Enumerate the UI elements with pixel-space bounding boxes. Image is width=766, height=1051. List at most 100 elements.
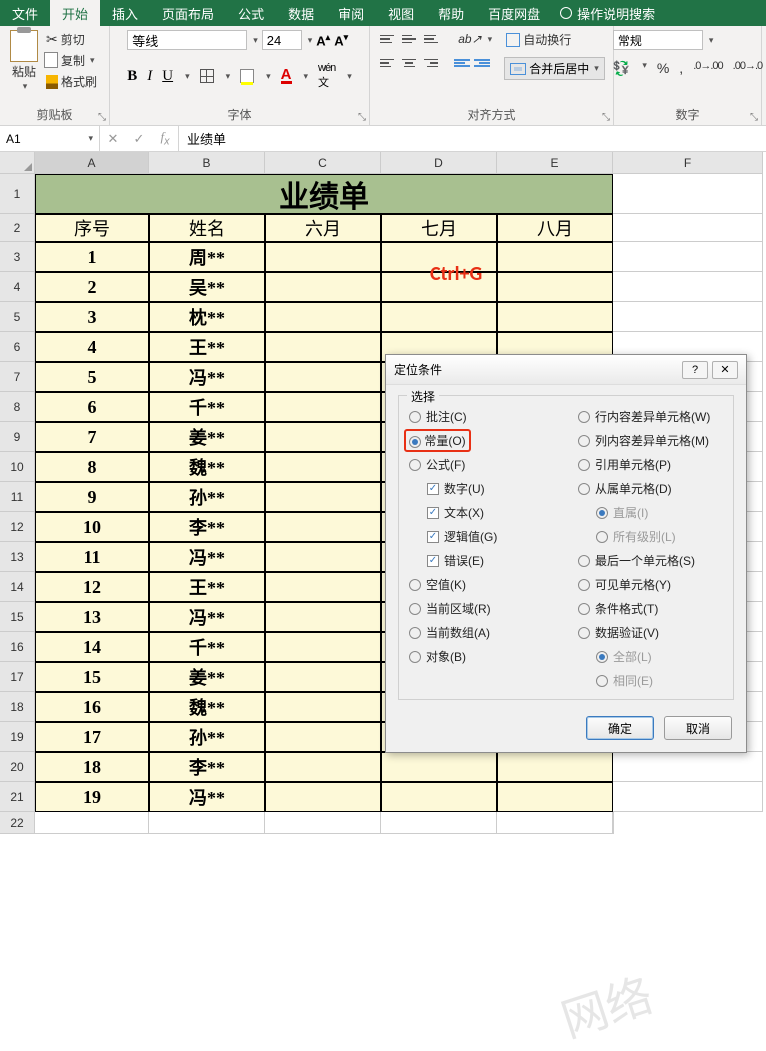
align-top-icon[interactable]	[378, 30, 396, 48]
cell[interactable]	[265, 602, 381, 632]
increase-decimal-icon[interactable]: .0→.00	[693, 60, 722, 77]
italic-button[interactable]: I	[147, 68, 152, 85]
tab-formulas[interactable]: 公式	[226, 0, 276, 26]
align-left-icon[interactable]	[378, 54, 396, 72]
tab-help[interactable]: 帮助	[426, 0, 476, 26]
cell[interactable]	[381, 782, 497, 812]
increase-indent-icon[interactable]	[474, 59, 490, 67]
bold-button[interactable]: B	[127, 68, 137, 85]
cell[interactable]	[497, 302, 613, 332]
cell[interactable]: 5	[35, 362, 149, 392]
cell[interactable]	[265, 752, 381, 782]
cell[interactable]	[265, 362, 381, 392]
radio-constants[interactable]: 常量(O)	[409, 432, 554, 449]
col-header-F[interactable]: F	[613, 152, 763, 174]
cell[interactable]: 魏**	[149, 452, 265, 482]
name-box[interactable]: A1▾	[0, 126, 100, 151]
cell[interactable]: 12	[35, 572, 149, 602]
radio-visible[interactable]: 可见单元格(Y)	[578, 576, 723, 593]
formula-input[interactable]: 业绩单	[179, 126, 766, 151]
dialog-launcher-icon[interactable]: ⤡	[750, 112, 758, 123]
chevron-down-icon[interactable]: ▾	[347, 71, 352, 82]
cell[interactable]: 千**	[149, 632, 265, 662]
cell[interactable]: 10	[35, 512, 149, 542]
col-header-D[interactable]: D	[381, 152, 497, 174]
cell[interactable]: 冯**	[149, 362, 265, 392]
cell[interactable]	[265, 482, 381, 512]
radio-current-array[interactable]: 当前数组(A)	[409, 624, 554, 641]
col-header-B[interactable]: B	[149, 152, 265, 174]
cell[interactable]: 16	[35, 692, 149, 722]
cell[interactable]: 孙**	[149, 722, 265, 752]
paste-button[interactable]: 粘贴 ▾	[10, 30, 38, 92]
header-cell[interactable]: 六月	[265, 214, 381, 242]
radio-data-val[interactable]: 数据验证(V)	[578, 624, 723, 641]
tab-baidu[interactable]: 百度网盘	[476, 0, 552, 26]
merge-center-button[interactable]: 合并后居中▾	[504, 57, 605, 80]
cell[interactable]: 6	[35, 392, 149, 422]
borders-icon[interactable]	[200, 69, 214, 83]
header-cell[interactable]: 八月	[497, 214, 613, 242]
tab-page-layout[interactable]: 页面布局	[150, 0, 226, 26]
cancel-formula-icon[interactable]: ✕	[100, 131, 126, 147]
increase-font-icon[interactable]: A▴	[316, 32, 330, 48]
header-cell[interactable]: 姓名	[149, 214, 265, 242]
tab-data[interactable]: 数据	[276, 0, 326, 26]
decrease-decimal-icon[interactable]: .00→.0	[733, 60, 762, 77]
decrease-font-icon[interactable]: A▾	[334, 32, 348, 48]
align-bottom-icon[interactable]	[422, 30, 440, 48]
radio-cond-fmt[interactable]: 条件格式(T)	[578, 600, 723, 617]
cell[interactable]: 千**	[149, 392, 265, 422]
radio-last-cell[interactable]: 最后一个单元格(S)	[578, 552, 723, 569]
cell[interactable]	[265, 692, 381, 722]
cancel-button[interactable]: 取消	[664, 716, 732, 740]
cell[interactable]	[497, 242, 613, 272]
radio-col-diff[interactable]: 列内容差异单元格(M)	[578, 432, 723, 449]
cell[interactable]: 4	[35, 332, 149, 362]
header-cell[interactable]: 序号	[35, 214, 149, 242]
dialog-titlebar[interactable]: 定位条件 ? ✕	[386, 355, 746, 385]
chevron-down-icon[interactable]: ▾	[226, 71, 231, 82]
cell[interactable]: 冯**	[149, 542, 265, 572]
tell-me-search[interactable]: 操作说明搜索	[560, 0, 655, 26]
cell[interactable]: 王**	[149, 572, 265, 602]
cell[interactable]	[381, 302, 497, 332]
format-painter-button[interactable]: 格式刷	[44, 72, 99, 91]
cell[interactable]: 17	[35, 722, 149, 752]
check-errors[interactable]: 错误(E)	[427, 552, 554, 569]
accounting-format-icon[interactable]: 💱	[613, 60, 630, 77]
tab-home[interactable]: 开始	[50, 0, 100, 26]
cut-button[interactable]: ✂剪切	[44, 30, 87, 49]
col-header-E[interactable]: E	[497, 152, 613, 174]
radio-comments[interactable]: 批注(C)	[409, 408, 554, 425]
radio-blanks[interactable]: 空值(K)	[409, 576, 554, 593]
cell[interactable]: 18	[35, 752, 149, 782]
cell[interactable]: 15	[35, 662, 149, 692]
chevron-down-icon[interactable]: ▾	[308, 35, 313, 46]
decrease-indent-icon[interactable]	[454, 59, 470, 67]
cell[interactable]: 7	[35, 422, 149, 452]
font-name-select[interactable]	[127, 30, 247, 50]
col-header-A[interactable]: A	[35, 152, 149, 174]
cell[interactable]	[265, 722, 381, 752]
chevron-down-icon[interactable]: ▾	[253, 35, 258, 46]
cell[interactable]: 吴**	[149, 272, 265, 302]
cell[interactable]	[265, 572, 381, 602]
dialog-launcher-icon[interactable]: ⤡	[602, 112, 610, 123]
font-size-select[interactable]	[262, 30, 302, 50]
cell[interactable]: 姜**	[149, 422, 265, 452]
cell[interactable]: 孙**	[149, 482, 265, 512]
cell[interactable]	[265, 332, 381, 362]
radio-dependents[interactable]: 从属单元格(D)	[578, 480, 723, 497]
cell[interactable]: 19	[35, 782, 149, 812]
cell[interactable]	[265, 302, 381, 332]
cell[interactable]: 2	[35, 272, 149, 302]
radio-objects[interactable]: 对象(B)	[409, 648, 554, 665]
cell[interactable]: 周**	[149, 242, 265, 272]
cell[interactable]	[265, 662, 381, 692]
cell[interactable]: 枕**	[149, 302, 265, 332]
header-cell[interactable]: 七月	[381, 214, 497, 242]
tab-insert[interactable]: 插入	[100, 0, 150, 26]
chevron-down-icon[interactable]: ▾	[304, 71, 309, 82]
cell[interactable]	[265, 452, 381, 482]
